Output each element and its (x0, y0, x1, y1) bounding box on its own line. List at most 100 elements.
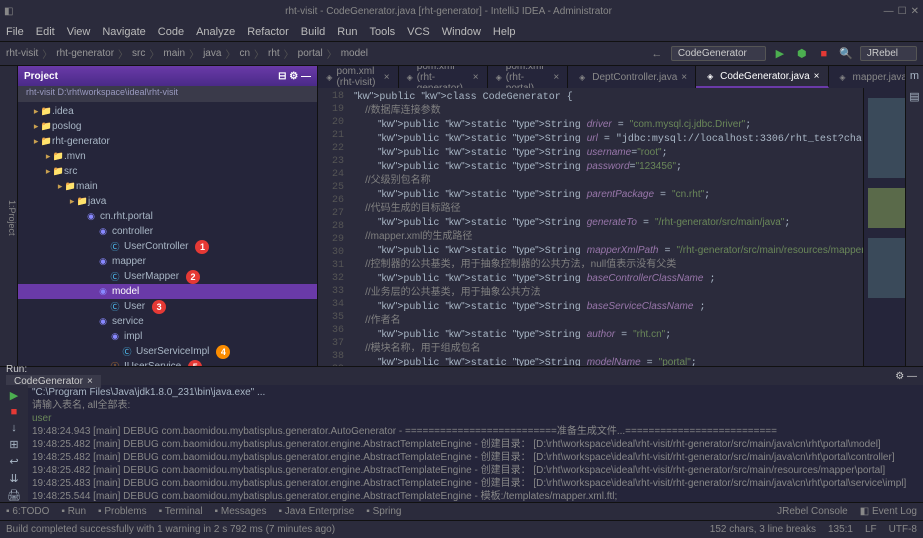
close-tab-icon[interactable]: × (553, 72, 559, 83)
tree-item[interactable]: ▸ 📁src (18, 164, 317, 179)
menu-run[interactable]: Run (337, 26, 357, 38)
bottom-tab[interactable]: ▪ Terminal (159, 506, 203, 517)
pkg-icon: ◉ (97, 256, 109, 268)
crumb[interactable]: src (132, 48, 145, 59)
tree-item[interactable]: ⒸUserServiceImpl4 (18, 344, 317, 359)
tree-item[interactable]: ◉mapper (18, 254, 317, 269)
print-icon[interactable]: 🖨 (7, 489, 21, 502)
file-icon: ◈ (496, 71, 502, 83)
code-content[interactable]: "kw">public "kw">class CodeGenerator { /… (350, 88, 863, 366)
crumb[interactable]: rht-generator (56, 48, 114, 59)
right-tool-gutter: m ▤ (905, 66, 923, 366)
project-tool-btn[interactable]: 1:Project (7, 200, 17, 236)
back-icon[interactable]: ← (649, 46, 665, 62)
jrebel-console-tab[interactable]: JRebel Console (777, 506, 848, 517)
breadcrumb[interactable]: rht-visit〉rht-generator〉src〉main〉java〉cn… (6, 46, 368, 61)
tree-item[interactable]: ◉impl (18, 329, 317, 344)
database-tool-icon[interactable]: ▤ (909, 90, 919, 103)
settings-icon[interactable]: ⚙ (895, 371, 904, 382)
menu-analyze[interactable]: Analyze (196, 26, 235, 38)
run-output[interactable]: "C:\Program Files\Java\jdk1.8.0_231\bin\… (28, 385, 923, 502)
search-icon[interactable]: 🔍 (838, 46, 854, 62)
crumb[interactable]: java (203, 48, 221, 59)
tree-item[interactable]: ▸ 📁rht-generator (18, 134, 317, 149)
window-title: rht-visit - CodeGenerator.java [rht-gene… (285, 6, 612, 17)
close-tab-icon[interactable]: × (681, 72, 687, 83)
scroll-icon[interactable]: ⇊ (9, 472, 18, 485)
run-icon[interactable]: ▶ (772, 46, 788, 62)
maven-tool-icon[interactable]: m (910, 70, 919, 82)
tree-item[interactable]: ▸ 📁poslog (18, 119, 317, 134)
bottom-tab[interactable]: ▪ Spring (366, 506, 401, 517)
editor-tab[interactable]: ◈pom.xml (rht-portal)× (488, 66, 569, 88)
event-log-tab[interactable]: ◧ Event Log (860, 506, 917, 517)
run-gutter: ▶ ■ ↓ ⊞ ↩ ⇊ 🖨 🗑 (0, 385, 28, 502)
tree-item[interactable]: ▸ 📁.idea (18, 104, 317, 119)
tree-item[interactable]: ◉cn.rht.portal (18, 209, 317, 224)
menu-build[interactable]: Build (301, 26, 325, 38)
tree-item[interactable]: ▸ 📁java (18, 194, 317, 209)
menu-refactor[interactable]: Refactor (247, 26, 289, 38)
maximize-icon[interactable]: ☐ (898, 6, 907, 17)
collapse-icon[interactable]: ⊟ (278, 71, 286, 82)
crumb[interactable]: portal (298, 48, 323, 59)
close-tab-icon[interactable]: × (814, 71, 820, 82)
bottom-tab[interactable]: ▪ Problems (98, 506, 147, 517)
tree-item[interactable]: ⒸUserMapper2 (18, 269, 317, 284)
editor-tab[interactable]: ◈pom.xml (rht-visit)× (318, 66, 399, 88)
tree-item[interactable]: ◉service (18, 314, 317, 329)
run-config-select[interactable]: CodeGenerator (671, 46, 766, 61)
menubar: File Edit View Navigate Code Analyze Refactor B… (0, 22, 923, 42)
crumb[interactable]: rht (268, 48, 280, 59)
bottom-tab[interactable]: ▪ 6:TODO (6, 506, 49, 517)
crumb[interactable]: model (341, 48, 368, 59)
filter-icon[interactable]: ⊞ (9, 438, 18, 451)
bottom-tab[interactable]: ▪ Run (61, 506, 86, 517)
crumb[interactable]: main (163, 48, 185, 59)
gear-icon[interactable]: ⚙ (289, 71, 298, 82)
menu-tools[interactable]: Tools (369, 26, 395, 38)
editor-tab[interactable]: ◈pom.xml (rht-generator)× (399, 66, 488, 88)
tree-item[interactable]: ◉controller (18, 224, 317, 239)
menu-code[interactable]: Code (158, 26, 184, 38)
menu-window[interactable]: Window (442, 26, 481, 38)
down-icon[interactable]: ↓ (11, 422, 17, 434)
minimize-panel-icon[interactable]: — (907, 371, 917, 382)
bottom-tab[interactable]: ▪ Messages (215, 506, 267, 517)
menu-navigate[interactable]: Navigate (102, 26, 145, 38)
folder-icon: ▸ 📁 (49, 151, 61, 163)
crumb[interactable]: cn (239, 48, 250, 59)
menu-edit[interactable]: Edit (36, 26, 55, 38)
menu-vcs[interactable]: VCS (407, 26, 430, 38)
tree-item[interactable]: ⒸUserController1 (18, 239, 317, 254)
bottom-tool-tabs: ▪ 6:TODO ▪ Run ▪ Problems ▪ Terminal ▪ Messa… (0, 502, 923, 520)
crumb[interactable]: rht-visit (6, 48, 38, 59)
menu-view[interactable]: View (67, 26, 91, 38)
file-icon: ◈ (576, 71, 588, 83)
debug-icon[interactable]: ⬢ (794, 46, 810, 62)
cls-icon: Ⓒ (109, 301, 121, 313)
menu-file[interactable]: File (6, 26, 24, 38)
minimize-icon[interactable]: — (884, 6, 894, 17)
toolbar: rht-visit〉rht-generator〉src〉main〉java〉cn… (0, 42, 923, 66)
close-icon[interactable]: ✕ (911, 6, 919, 17)
hide-icon[interactable]: — (301, 71, 311, 82)
stop-run-icon[interactable]: ■ (11, 406, 18, 418)
wrap-icon[interactable]: ↩ (9, 455, 18, 468)
jrebel-label[interactable]: JRebel (860, 46, 917, 61)
stop-icon[interactable]: ■ (816, 46, 832, 62)
rerun-icon[interactable]: ▶ (10, 389, 18, 402)
project-tree[interactable]: ▸ 📁.idea▸ 📁poslog▸ 📁rht-generator▸ 📁.mvn… (18, 102, 317, 366)
tree-item[interactable]: ◉model (18, 284, 317, 299)
bottom-tab[interactable]: ▪ Java Enterprise (278, 506, 354, 517)
project-root[interactable]: rht-visit D:\rht\workspace\ideal\rht-vis… (18, 86, 317, 102)
tree-item[interactable]: ▸ 📁main (18, 179, 317, 194)
close-tab-icon[interactable]: × (473, 72, 479, 83)
tree-item[interactable]: ▸ 📁.mvn (18, 149, 317, 164)
editor-tab[interactable]: ◈DeptController.java× (568, 66, 696, 88)
folder-icon: ▸ 📁 (37, 121, 49, 133)
editor-tab[interactable]: ◈CodeGenerator.java× (696, 66, 828, 88)
menu-help[interactable]: Help (493, 26, 516, 38)
tree-item[interactable]: ⒸUser3 (18, 299, 317, 314)
close-tab-icon[interactable]: × (384, 72, 390, 83)
